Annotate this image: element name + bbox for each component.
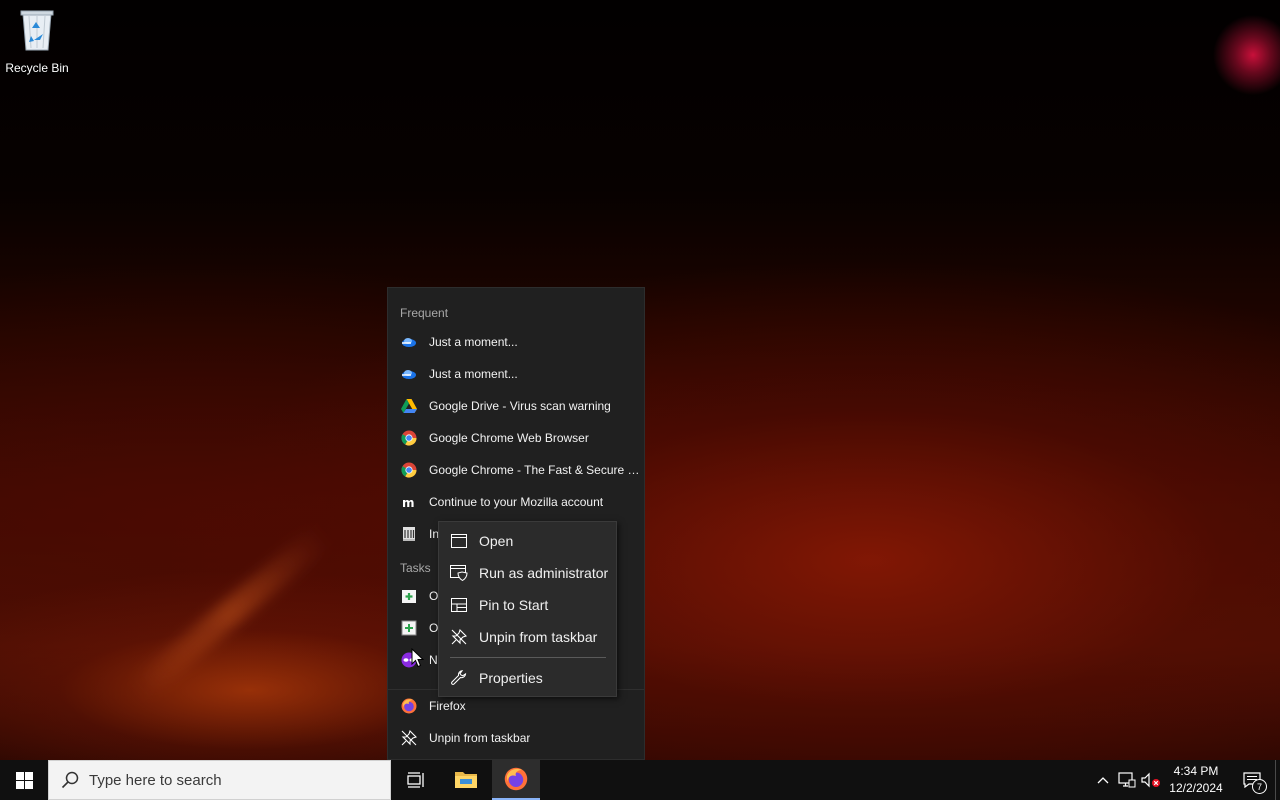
cloud-icon <box>401 366 417 382</box>
show-desktop-button[interactable] <box>1275 760 1276 800</box>
jumplist-item-label: Just a moment... <box>429 335 518 349</box>
context-menu-label: Open <box>479 533 514 549</box>
jumplist-app-item[interactable]: Unpin from taskbar <box>388 722 644 754</box>
jumplist-item-label: Unpin from taskbar <box>429 731 531 745</box>
taskbar-search-box[interactable]: Type here to search <box>48 760 391 800</box>
clock-time: 4:34 PM <box>1173 764 1219 778</box>
volume-muted-icon <box>1141 772 1160 788</box>
desktop-icon-recycle-bin[interactable]: Recycle Bin <box>4 6 70 75</box>
cloud-icon <box>401 334 417 350</box>
window-icon <box>450 532 468 550</box>
context-menu-properties[interactable]: Properties <box>439 662 616 694</box>
context-menu-open[interactable]: Open <box>439 525 616 557</box>
start-button[interactable] <box>0 760 48 800</box>
jumplist-tasks-header: Tasks <box>400 561 431 575</box>
bank-icon <box>401 526 417 542</box>
task-view-button[interactable] <box>392 760 440 800</box>
firefox-icon <box>401 698 417 714</box>
context-menu-unpin-from-taskbar[interactable]: Unpin from taskbar <box>439 621 616 653</box>
mozilla-icon: m <box>401 494 417 510</box>
jumplist-item-label: Google Drive - Virus scan warning <box>429 399 611 413</box>
recycle-bin-icon <box>20 10 54 51</box>
taskbar: Type here to search 4:34 PM 12/2/2024 7 <box>0 760 1280 800</box>
task-view-icon <box>407 772 424 788</box>
search-icon <box>61 771 79 789</box>
jumplist-frequent-item[interactable]: Just a moment... <box>388 326 644 358</box>
clock-date: 12/2/2024 <box>1169 781 1223 795</box>
folder-icon <box>455 772 477 788</box>
unpin-icon <box>401 730 417 746</box>
windows-logo-icon <box>15 771 33 789</box>
show-hidden-icons-button[interactable] <box>1094 760 1112 800</box>
jumplist-item-label: Just a moment... <box>429 367 518 381</box>
context-menu-pin-to-start[interactable]: Pin to Start <box>439 589 616 621</box>
chrome-icon <box>401 462 417 478</box>
new-window-icon <box>401 588 417 604</box>
firefox-taskbar-button[interactable] <box>492 760 540 800</box>
shield-window-icon <box>450 564 468 582</box>
jumplist-item-label: Firefox <box>429 699 466 713</box>
jumplist-frequent-item[interactable]: Google Drive - Virus scan warning <box>388 390 644 422</box>
google-drive-icon <box>401 398 417 414</box>
context-menu: Open Run as administrator Pin to Start U… <box>438 521 617 697</box>
context-menu-run-as-admin[interactable]: Run as administrator <box>439 557 616 589</box>
jumplist-item-label: Google Chrome Web Browser <box>429 431 589 445</box>
jumplist-frequent-item[interactable]: Google Chrome Web Browser <box>388 422 644 454</box>
jumplist-item-label: O <box>429 589 439 603</box>
jumplist-item-label: Continue to your Mozilla account <box>429 495 604 509</box>
jumplist-frequent-item[interactable]: Google Chrome - The Fast & Secure W... <box>388 454 644 486</box>
search-placeholder: Type here to search <box>89 771 222 789</box>
notification-count-badge: 7 <box>1252 779 1267 794</box>
new-private-window-icon <box>401 620 417 636</box>
context-menu-label: Unpin from taskbar <box>479 629 598 645</box>
volume-button[interactable] <box>1140 760 1162 800</box>
wrench-icon <box>450 669 468 687</box>
context-menu-divider <box>450 657 606 658</box>
jumplist-frequent-item[interactable]: m Continue to your Mozilla account <box>388 486 644 518</box>
jumplist-frequent-header: Frequent <box>400 306 449 320</box>
chrome-icon <box>401 430 417 446</box>
mouse-cursor-icon <box>411 648 425 668</box>
context-menu-label: Properties <box>479 670 543 686</box>
network-icon <box>1118 772 1136 788</box>
action-center-button[interactable]: 7 <box>1230 760 1274 800</box>
pin-start-icon <box>450 596 468 614</box>
jumplist-item-label: N <box>429 653 438 667</box>
chevron-up-icon <box>1097 777 1109 784</box>
file-explorer-button[interactable] <box>442 760 490 800</box>
svg-text:m: m <box>402 496 415 510</box>
jumplist-item-label: Google Chrome - The Fast & Secure W... <box>429 463 643 477</box>
network-status-button[interactable] <box>1116 760 1138 800</box>
firefox-icon <box>504 767 528 791</box>
context-menu-label: Pin to Start <box>479 597 549 613</box>
context-menu-label: Run as administrator <box>479 565 609 581</box>
desktop-icon-label: Recycle Bin <box>5 61 69 75</box>
jumplist-frequent-item[interactable]: Just a moment... <box>388 358 644 390</box>
taskbar-clock[interactable]: 4:34 PM 12/2/2024 <box>1162 763 1230 797</box>
jumplist-item-label: O <box>429 621 439 635</box>
unpin-icon <box>450 628 468 646</box>
